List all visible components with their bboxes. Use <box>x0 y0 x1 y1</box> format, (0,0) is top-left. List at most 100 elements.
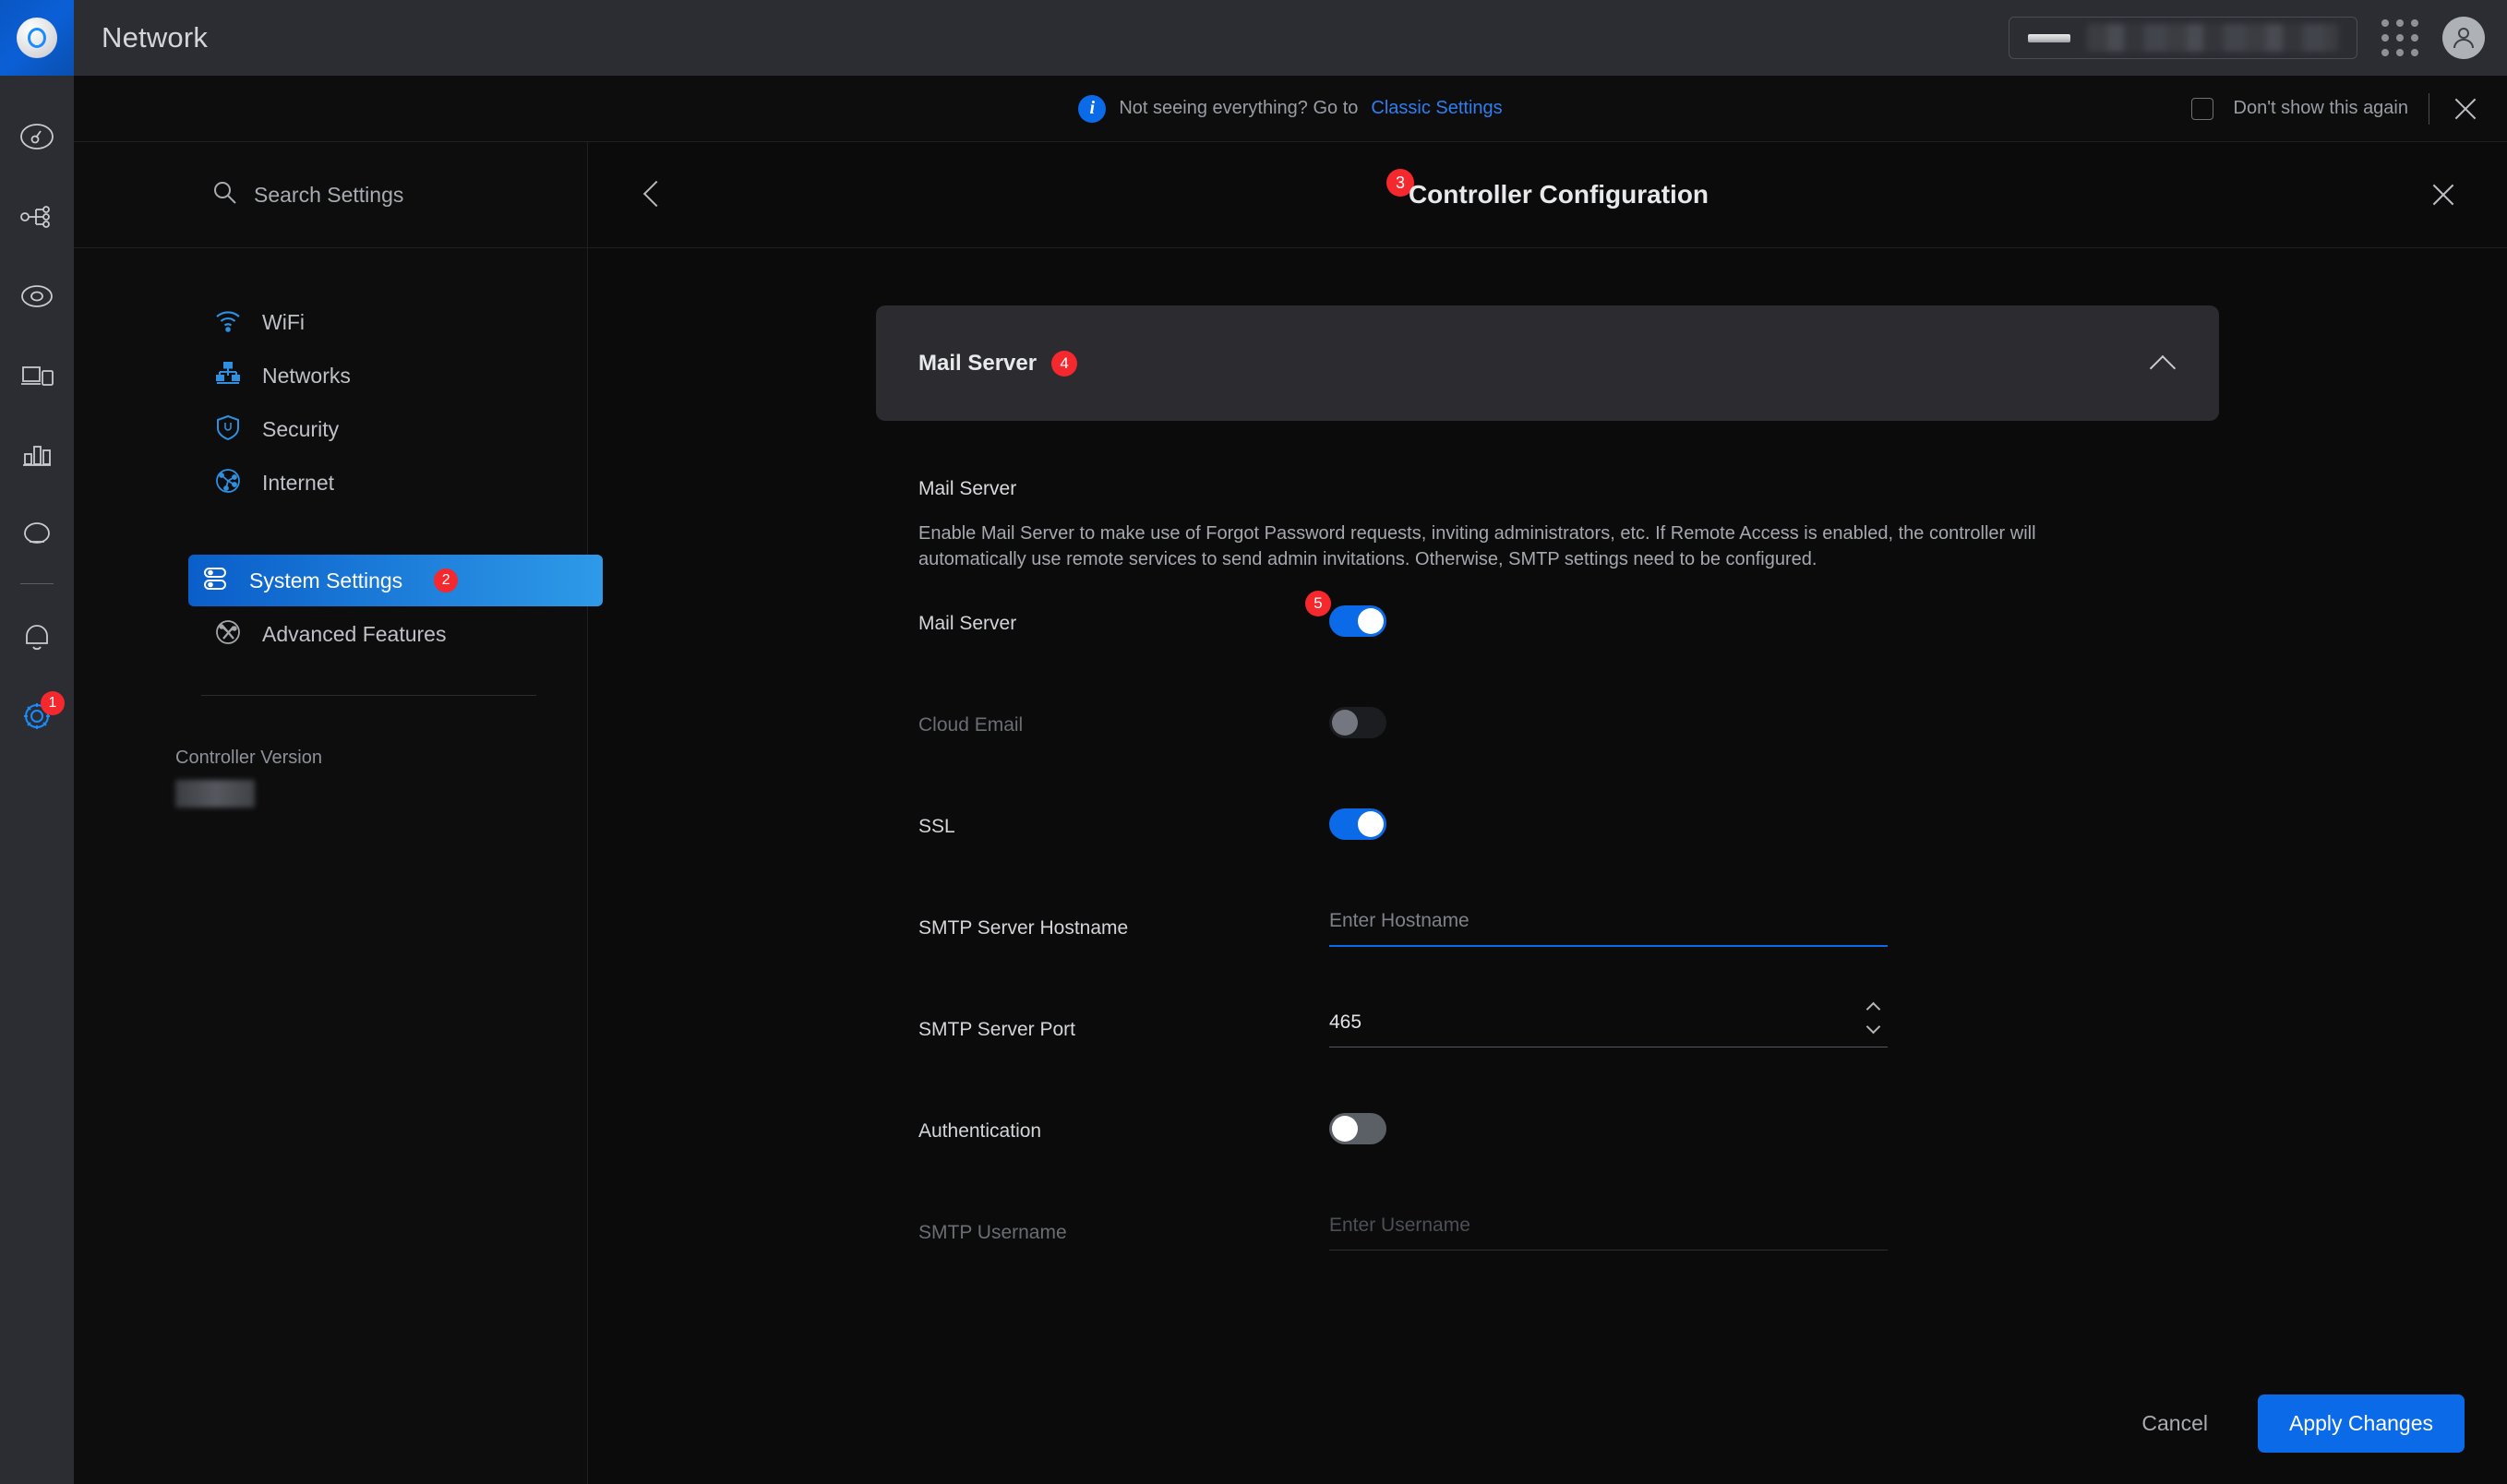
rail-item-client-devices[interactable] <box>0 336 74 415</box>
site-selector[interactable] <box>2009 17 2357 59</box>
smtp-username-field: Enter Username <box>1329 1215 1888 1251</box>
search-icon <box>212 180 237 209</box>
rail-item-insights[interactable] <box>0 495 74 574</box>
mail-server-toggle[interactable] <box>1329 605 1386 638</box>
mail-server-card-badge: 4 <box>1051 350 1078 377</box>
app-title: Network <box>102 21 209 54</box>
dashboard-speedometer-icon <box>17 117 57 158</box>
client-devices-icon <box>17 355 57 396</box>
smtp-hostname-input[interactable]: Enter Hostname <box>1329 910 1888 945</box>
mail-server-label: Mail Server <box>918 612 1017 634</box>
authentication-control <box>1329 1113 2177 1149</box>
field-row-smtp-hostname: SMTP Server Hostname Enter Hostname <box>918 878 2177 979</box>
smtp-username-underline <box>1329 1250 1888 1251</box>
stepper-updown-icon[interactable] <box>1864 1003 1882 1031</box>
ssl-toggle[interactable] <box>1329 808 1386 841</box>
ssl-label: SSL <box>918 815 955 837</box>
bell-notifications-icon <box>17 616 57 657</box>
sidebar-item-system-settings[interactable]: System Settings 2 <box>188 555 603 606</box>
smtp-hostname-underline-focused <box>1329 944 1888 947</box>
sidebar-item-wifi[interactable]: WiFi <box>201 296 536 348</box>
rail-item-notifications[interactable] <box>0 597 74 676</box>
cloud-email-control <box>1329 707 2177 743</box>
smtp-port-label: SMTP Server Port <box>918 1018 1075 1040</box>
section-title: Mail Server <box>918 478 1017 499</box>
apps-grid-icon[interactable] <box>2381 19 2418 56</box>
search-settings-row[interactable]: Search Settings <box>74 142 587 248</box>
field-row-smtp-port: SMTP Server Port 465 <box>918 979 2177 1081</box>
notice-actions: Don't show this again <box>2190 92 2507 125</box>
rail-icon-list: 1 <box>0 76 74 756</box>
mail-server-card-title: Mail Server <box>918 350 1038 376</box>
smtp-port-control: 465 <box>1329 1011 2177 1048</box>
sidebar-item-security[interactable]: Security <box>201 403 536 455</box>
wifi-access-point-icon <box>17 276 57 317</box>
page-title: Controller Configuration <box>1408 180 1709 209</box>
notice-close-icon[interactable] <box>2450 93 2481 125</box>
device-icon <box>2028 33 2070 42</box>
cloud-email-toggle <box>1329 707 1386 739</box>
cloud-email-label: Cloud Email <box>918 713 1024 736</box>
unifi-logo-button[interactable] <box>0 0 74 76</box>
smtp-port-field[interactable]: 465 <box>1329 1011 1888 1048</box>
unifi-logo-icon <box>17 18 57 58</box>
wifi-icon <box>214 306 242 339</box>
field-row-ssl: SSL <box>918 776 2177 878</box>
detail-header: 3 Controller Configuration <box>588 142 2507 248</box>
topology-icon <box>17 197 57 237</box>
sidebar-item-label: Advanced Features <box>262 621 447 646</box>
notice-message: i Not seeing everything? Go to Classic S… <box>74 94 2507 123</box>
top-bar: Network <box>74 0 2507 76</box>
logo-ring <box>28 28 46 48</box>
cancel-button[interactable]: Cancel <box>2141 1411 2208 1436</box>
smtp-port-input[interactable]: 465 <box>1329 1011 1888 1047</box>
advanced-features-icon <box>214 618 242 651</box>
detail-title-group: 3 Controller Configuration <box>588 169 2507 221</box>
smtp-hostname-field[interactable]: Enter Hostname <box>1329 910 1888 947</box>
field-row-mail-server: Mail Server 5 <box>918 573 2177 675</box>
section-description: Enable Mail Server to make use of Forgot… <box>918 523 2036 570</box>
internet-globe-icon <box>214 467 242 499</box>
sidebar-item-advanced-features[interactable]: Advanced Features <box>201 608 536 660</box>
rail-item-statistics[interactable] <box>0 415 74 495</box>
system-settings-badge: 2 <box>434 568 459 592</box>
mail-server-card-header[interactable]: Mail Server 4 <box>876 305 2219 421</box>
security-shield-icon <box>214 413 242 446</box>
controller-version-label: Controller Version <box>175 748 322 768</box>
classic-settings-link[interactable]: Classic Settings <box>1371 98 1502 119</box>
search-input[interactable]: Search Settings <box>254 183 403 208</box>
ssl-control <box>1329 808 2177 844</box>
settings-badge: 1 <box>41 691 65 715</box>
smtp-hostname-control: Enter Hostname <box>1329 910 2177 947</box>
mail-server-section: Mail Server Enable Mail Server to make u… <box>876 478 2219 573</box>
sidebar-item-internet[interactable]: Internet <box>201 457 536 509</box>
classic-settings-notice: i Not seeing everything? Go to Classic S… <box>74 76 2507 142</box>
sidebar-item-networks[interactable]: Networks <box>201 350 536 401</box>
top-bar-right <box>2009 17 2485 59</box>
rail-item-dashboard[interactable] <box>0 98 74 177</box>
rail-item-topology[interactable] <box>0 177 74 257</box>
settings-body: Search Settings WiFi Networks Security I… <box>74 142 2507 1484</box>
site-name-redacted <box>2087 24 2338 52</box>
chevron-up-icon[interactable] <box>2149 350 2177 377</box>
detail-close-icon[interactable] <box>2428 179 2459 210</box>
mail-server-control: 5 <box>1305 591 2177 641</box>
mail-server-form: Mail Server 5 Cloud Email SSL SMTP Serve… <box>876 573 2219 1284</box>
smtp-username-control: Enter Username <box>1329 1215 2177 1251</box>
rail-item-access-points[interactable] <box>0 257 74 336</box>
dont-show-checkbox[interactable] <box>2190 97 2213 120</box>
sidebar-item-label: System Settings <box>249 568 403 592</box>
smtp-hostname-label: SMTP Server Hostname <box>918 916 1129 939</box>
system-settings-icon <box>201 565 229 597</box>
controller-version-value-redacted <box>175 780 255 808</box>
networks-icon <box>214 360 242 392</box>
user-avatar-icon[interactable] <box>2442 17 2485 59</box>
controller-version-block: Controller Version <box>74 696 587 808</box>
insights-shield-icon <box>17 514 57 555</box>
rail-divider <box>20 583 54 584</box>
authentication-toggle[interactable] <box>1329 1113 1386 1145</box>
field-row-smtp-username: SMTP Username Enter Username <box>918 1182 2177 1284</box>
apply-changes-button[interactable]: Apply Changes <box>2258 1394 2465 1453</box>
detail-pane: 3 Controller Configuration Mail Server 4… <box>588 142 2507 1484</box>
rail-item-settings[interactable]: 1 <box>0 676 74 756</box>
